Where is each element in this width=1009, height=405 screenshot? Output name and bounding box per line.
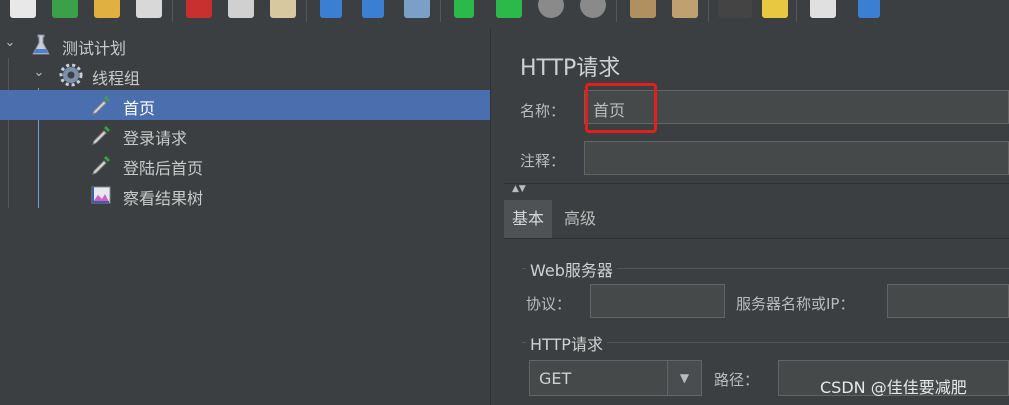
- protocol-field[interactable]: [590, 284, 725, 318]
- clear-all-icon[interactable]: [672, 0, 698, 18]
- tree-item-label: 登录请求: [123, 129, 188, 148]
- method-value: GET: [539, 369, 572, 388]
- server-name-field[interactable]: [887, 284, 1009, 318]
- toolbar-separator: [796, 0, 797, 22]
- panel-splitter[interactable]: [490, 28, 505, 405]
- tree-item-thread-group[interactable]: ⌄ 线程组: [0, 60, 490, 90]
- function-helper-icon[interactable]: [810, 0, 836, 18]
- start-icon[interactable]: [454, 0, 474, 18]
- toolbar: [0, 0, 1009, 24]
- comment-label: 注释：: [520, 152, 566, 170]
- expand-icon[interactable]: [320, 0, 342, 18]
- test-plan-tree: ⌄ 测试计划 ⌄ 线程组 首页 登录请求 登陆后首页 察看结果树: [0, 28, 490, 405]
- tree-item-label: 线程组: [92, 69, 141, 88]
- http-sampler-dropper-icon: [92, 156, 110, 175]
- stop-icon[interactable]: [538, 0, 564, 18]
- path-label: 路径：: [714, 371, 760, 389]
- save-icon[interactable]: [136, 0, 162, 18]
- start-no-pause-icon[interactable]: [496, 0, 522, 18]
- tree-item-label: 登陆后首页: [123, 159, 204, 178]
- tree-item-label: 察看结果树: [123, 189, 204, 208]
- tree-item-home-request[interactable]: 首页: [0, 90, 490, 120]
- http-sampler-dropper-icon: [92, 126, 110, 145]
- http-sampler-dropper-icon: [92, 96, 110, 115]
- tab-basic[interactable]: 基本: [504, 200, 553, 238]
- toolbar-separator: [172, 0, 173, 22]
- tree-item-test-plan[interactable]: ⌄ 测试计划: [0, 30, 490, 60]
- view-results-tree-icon: [91, 186, 111, 204]
- http-request-panel: HTTP请求 名称： 首页 注释： ▲▼ 基本 高级 Web服务器 协议： 服务…: [504, 28, 1009, 405]
- method-select[interactable]: GET ▼: [529, 360, 702, 396]
- toolbar-separator: [708, 0, 709, 22]
- copy-icon[interactable]: [228, 0, 254, 18]
- paste-icon[interactable]: [270, 0, 296, 18]
- http-request-group-title: HTTP请求: [526, 331, 607, 355]
- toolbar-separator: [306, 0, 307, 22]
- collapse-icon[interactable]: [362, 0, 384, 18]
- tab-bar: 基本 高级: [504, 200, 1009, 239]
- highlight-box: [585, 83, 657, 133]
- test-plan-icon: [32, 34, 50, 55]
- templates-icon[interactable]: [52, 0, 78, 18]
- watermark: CSDN @佳佳要减肥: [820, 378, 967, 397]
- page-title: HTTP请求: [520, 56, 621, 81]
- comment-field[interactable]: [584, 141, 1009, 175]
- tree-item-label: 测试计划: [62, 39, 127, 58]
- reset-search-icon[interactable]: [762, 0, 788, 18]
- toolbar-separator: [440, 0, 441, 22]
- collapse-arrows-icon[interactable]: ▲▼: [512, 184, 526, 194]
- chevron-down-icon[interactable]: ▼: [667, 361, 701, 395]
- tree-item-login-request[interactable]: 登录请求: [0, 120, 490, 150]
- shutdown-icon[interactable]: [580, 0, 606, 18]
- help-icon[interactable]: [858, 0, 880, 18]
- thread-group-gear-icon: [59, 63, 83, 87]
- tree-item-label: 首页: [123, 99, 156, 118]
- name-label: 名称：: [520, 102, 566, 120]
- toggle-icon[interactable]: [404, 0, 430, 18]
- chevron-down-icon[interactable]: ⌄: [3, 36, 17, 50]
- new-icon[interactable]: [10, 0, 36, 18]
- server-name-label: 服务器名称或IP：: [736, 295, 855, 313]
- tree-item-view-results-tree[interactable]: 察看结果树: [0, 180, 490, 210]
- clear-icon[interactable]: [630, 0, 656, 18]
- cut-icon[interactable]: [186, 0, 212, 18]
- open-icon[interactable]: [94, 0, 120, 18]
- chevron-down-icon[interactable]: ⌄: [32, 66, 46, 80]
- toolbar-separator: [616, 0, 617, 22]
- tree-item-post-login-home[interactable]: 登陆后首页: [0, 150, 490, 180]
- divider: [504, 183, 1009, 198]
- search-icon[interactable]: [718, 0, 752, 18]
- protocol-label: 协议：: [526, 295, 572, 313]
- tab-advanced[interactable]: 高级: [556, 200, 604, 238]
- web-server-group-title: Web服务器: [526, 257, 617, 281]
